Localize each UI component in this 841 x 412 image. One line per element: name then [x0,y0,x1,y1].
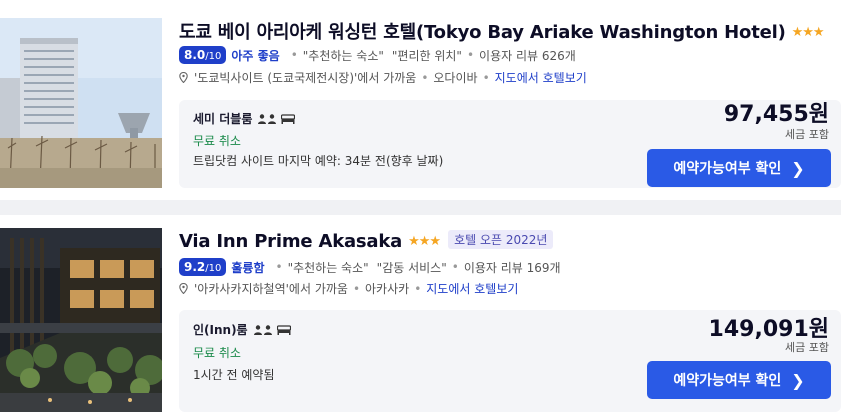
tax-note: 세금 포함 [785,341,829,354]
hotel-title[interactable]: Via Inn Prime Akasaka ★★★ 호텔 오픈 2022년 [179,230,554,252]
person-icon [258,113,267,124]
booking-note: 1시간 전 예약됨 [193,368,275,382]
review-count[interactable]: 이용자 리뷰 626개 [479,47,576,64]
score-max: /10 [205,263,222,274]
star-rating: ★★★ [791,25,825,40]
check-availability-button[interactable]: 예약가능여부 확인 ❯ [647,149,831,187]
card-separator [0,200,841,215]
separator-dot: • [352,281,361,296]
booking-note: 트립닷컴 사이트 마지막 예약: 34분 전(향후 날짜) [193,154,444,168]
review-count[interactable]: 이용자 리뷰 169개 [464,259,561,276]
separator-dot: • [451,260,459,274]
separator-dot: • [466,48,475,62]
tax-note: 세금 포함 [785,128,829,141]
score-badge: 9.2/10 [179,258,227,276]
location-text: '아카사카지하철역'에서 가까움 [194,282,348,296]
person-icon [263,324,272,335]
free-cancellation: 무료 취소 [193,134,241,148]
review-quote: "추천하는 숙소" [302,48,384,63]
separator-dot: • [414,281,422,296]
separator-dot: • [275,260,283,274]
hotel-title[interactable]: 도쿄 베이 아리아케 워싱턴 호텔(Tokyo Bay Ariake Washi… [179,18,825,44]
hotel-photo[interactable] [0,228,162,412]
room-type: 인(Inn)룸 [193,321,291,338]
rating-word: 훌륭함 [231,260,265,275]
map-link[interactable]: 지도에서 호텔보기 [495,69,587,86]
occupancy [253,324,291,335]
separator-dot: • [421,70,429,85]
separator-dot: • [290,48,298,62]
review-quote: "추천하는 숙소" [287,260,369,275]
chevron-right-icon: ❯ [791,158,805,178]
location-row: '도쿄빅사이트 (도쿄국제전시장)'에서 가까움 • 오다이바 • 지도에서 호… [179,69,587,86]
price: 97,455원 [723,102,829,127]
star-rating: ★★★ [408,234,441,249]
location-text: '도쿄빅사이트 (도쿄국제전시장)'에서 가까움 [194,71,417,85]
area-name: 오다이바 [433,71,478,85]
button-label: 예약가능여부 확인 [673,161,782,177]
opening-year-tag: 호텔 오픈 2022년 [448,230,554,249]
map-link[interactable]: 지도에서 호텔보기 [426,280,518,297]
button-label: 예약가능여부 확인 [673,373,782,389]
bed-icon [276,324,291,335]
person-icon [253,324,262,335]
score-badge: 8.0/10 [179,46,227,64]
separator-dot: • [482,70,490,85]
room-name: 인(Inn)룸 [193,323,248,337]
person-icon [268,113,277,124]
map-pin-icon [179,72,188,83]
review-quote: "감동 서비스" [376,260,447,275]
chevron-right-icon: ❯ [791,370,805,390]
hotel-photo[interactable] [0,18,162,188]
map-pin-icon [179,283,188,294]
rating-row: 9.2/10 훌륭함 • "추천하는 숙소" "감동 서비스" • 이용자 리뷰… [179,258,561,276]
score-value: 9.2 [184,260,206,274]
area-name: 아카사카 [365,282,410,296]
hotel-card[interactable]: 도쿄 베이 아리아케 워싱턴 호텔(Tokyo Bay Ariake Washi… [0,0,841,200]
hotel-name[interactable]: Via Inn Prime Akasaka [179,231,402,252]
rating-word: 아주 좋음 [231,48,280,63]
location-row: '아카사카지하철역'에서 가까움 • 아카사카 • 지도에서 호텔보기 [179,280,518,297]
score-max: /10 [205,51,222,62]
rating-row: 8.0/10 아주 좋음 • "추천하는 숙소" "편리한 위치" • 이용자 … [179,46,576,64]
review-quote: "편리한 위치" [391,48,462,63]
room-name: 세미 더블룸 [193,112,253,126]
bed-icon [281,113,296,124]
score-value: 8.0 [184,48,206,62]
occupancy [258,113,296,124]
room-type: 세미 더블룸 [193,110,296,127]
check-availability-button[interactable]: 예약가능여부 확인 ❯ [647,361,831,399]
free-cancellation: 무료 취소 [193,346,241,360]
hotel-name[interactable]: 도쿄 베이 아리아케 워싱턴 호텔(Tokyo Bay Ariake Washi… [179,22,786,43]
hotel-card[interactable]: Via Inn Prime Akasaka ★★★ 호텔 오픈 2022년 9.2/… [0,215,841,412]
